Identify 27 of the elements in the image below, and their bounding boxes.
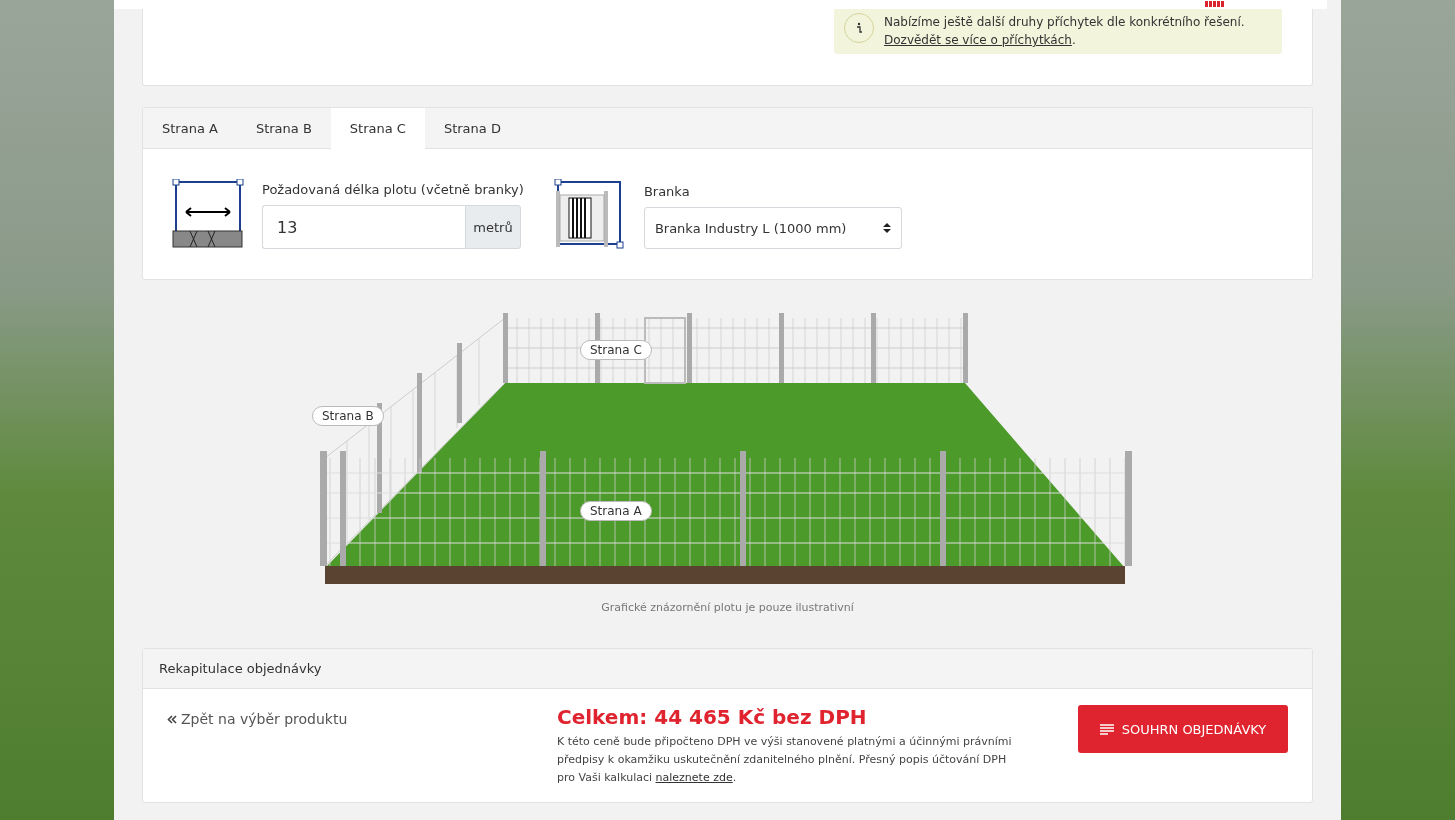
vat-note: K této ceně bude připočteno DPH ve výši stanovené platnými a účinnými právními předpisy k okamžiku uskutečnění zdanitelného plnění. Přesný popis účtování DPH pro Vaši kalkulaci naleznete zde. <box>557 734 1013 786</box>
side-label: Strana A <box>580 501 652 521</box>
side-label: Strana B <box>312 406 384 426</box>
side-tab[interactable]: Strana A <box>143 108 237 148</box>
side-tab[interactable]: Strana B <box>236 108 331 148</box>
side-label: Strana C <box>580 340 652 360</box>
gate-label: Branka <box>643 184 691 199</box>
vat-link[interactable]: naleznete zde <box>655 771 733 784</box>
length-label: Požadovaná délka plotu (včetně branky) <box>262 182 524 197</box>
back-link[interactable]: Zpět na výběr produktu <box>167 705 557 733</box>
gate-select[interactable]: Branka Industry L (1000 mm) <box>643 207 902 249</box>
side-tab[interactable]: Strana C <box>330 108 425 149</box>
unit-addon: metrů <box>465 205 521 249</box>
total-price: Celkem: 44 465 Kč bez DPH <box>557 705 868 729</box>
lines-icon <box>1099 723 1114 735</box>
gate-icon <box>553 179 626 249</box>
sort-caret-icon <box>882 222 891 234</box>
clips-link[interactable]: Dozvědět se více o příchytkách <box>884 33 1072 47</box>
summary-title: Rekapitulace objednávky <box>159 661 322 676</box>
side-tab[interactable]: Strana D <box>424 108 520 148</box>
order-summary-button[interactable]: SOUHRN OBJEDNÁVKY <box>1078 705 1288 753</box>
length-input-field[interactable]: 13 <box>262 205 465 249</box>
double-chevron-icon <box>167 714 177 724</box>
notice-text: Nabízíme ještě další druhy příchytek dle konkrétního řešení. Dozvědět se více o příchytkách. <box>884 14 1245 49</box>
illustration-caption: Grafické znázornění plotu je pouze ilustrativní <box>601 601 854 614</box>
fence-length-icon <box>172 179 244 249</box>
logo-grid-icon <box>1205 0 1227 7</box>
